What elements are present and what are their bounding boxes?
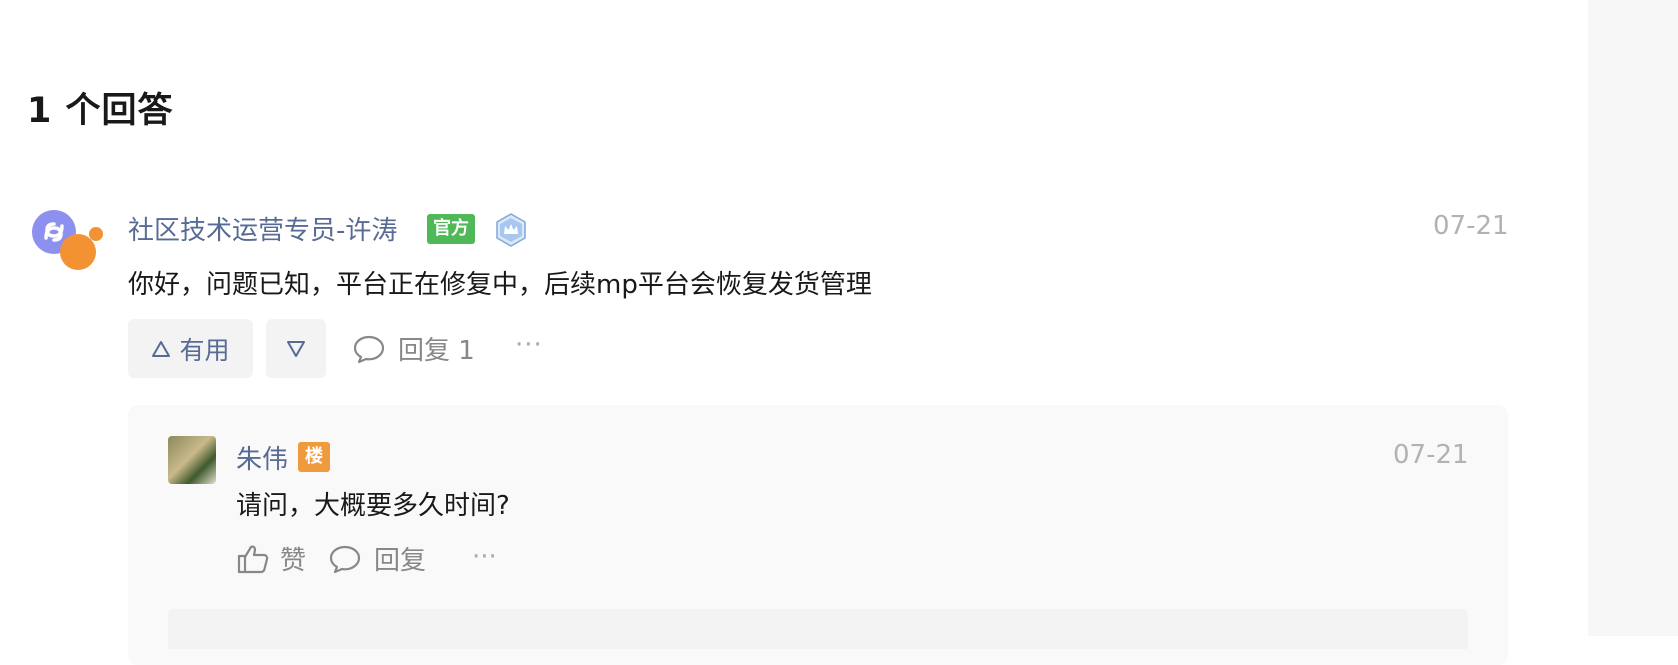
useful-button[interactable]: 有用 [128, 319, 253, 378]
reply-avatar[interactable] [168, 436, 216, 484]
reply-count-label: 回复 1 [398, 336, 475, 366]
answer-author-name[interactable]: 社区技术运营专员-许涛 [128, 210, 397, 247]
reply-label: 回复 [374, 546, 427, 576]
thumbs-up-icon [237, 545, 269, 573]
main-content: 1 个回答 社区技术运营专员-许涛 官方 07-21 你好，问题已知，平台正在修… [0, 0, 1588, 665]
answer-text: 你好，问题已知，平台正在修复中，后续mp平台会恢复发货管理 [128, 270, 872, 300]
comment-icon [329, 545, 361, 573]
triangle-down-icon [287, 340, 305, 357]
reply-author-name[interactable]: 朱伟 [236, 439, 288, 476]
like-button[interactable]: 赞 [236, 540, 306, 577]
not-useful-button[interactable] [266, 319, 326, 378]
reply-button[interactable]: 回复 1 [352, 330, 475, 367]
useful-label: 有用 [179, 335, 230, 365]
comment-icon [353, 335, 385, 363]
official-badge: 官方 [427, 214, 475, 244]
reply-more-options-button[interactable]: ··· [472, 542, 497, 572]
reply-to-reply-button[interactable]: 回复 [328, 540, 426, 577]
crown-badge-icon [496, 213, 526, 247]
floor-badge: 楼 [298, 442, 330, 472]
triangle-up-icon [152, 340, 171, 357]
right-gutter [1588, 0, 1678, 636]
like-label: 赞 [280, 546, 307, 576]
nested-reply-area [168, 609, 1468, 649]
reply-text: 请问，大概要多久时间? [236, 491, 510, 521]
reply-date: 07-21 [1393, 440, 1469, 470]
more-options-button[interactable]: ··· [515, 330, 543, 360]
answer-date: 07-21 [1433, 211, 1509, 241]
mini-program-avatar-icon[interactable] [30, 208, 104, 274]
